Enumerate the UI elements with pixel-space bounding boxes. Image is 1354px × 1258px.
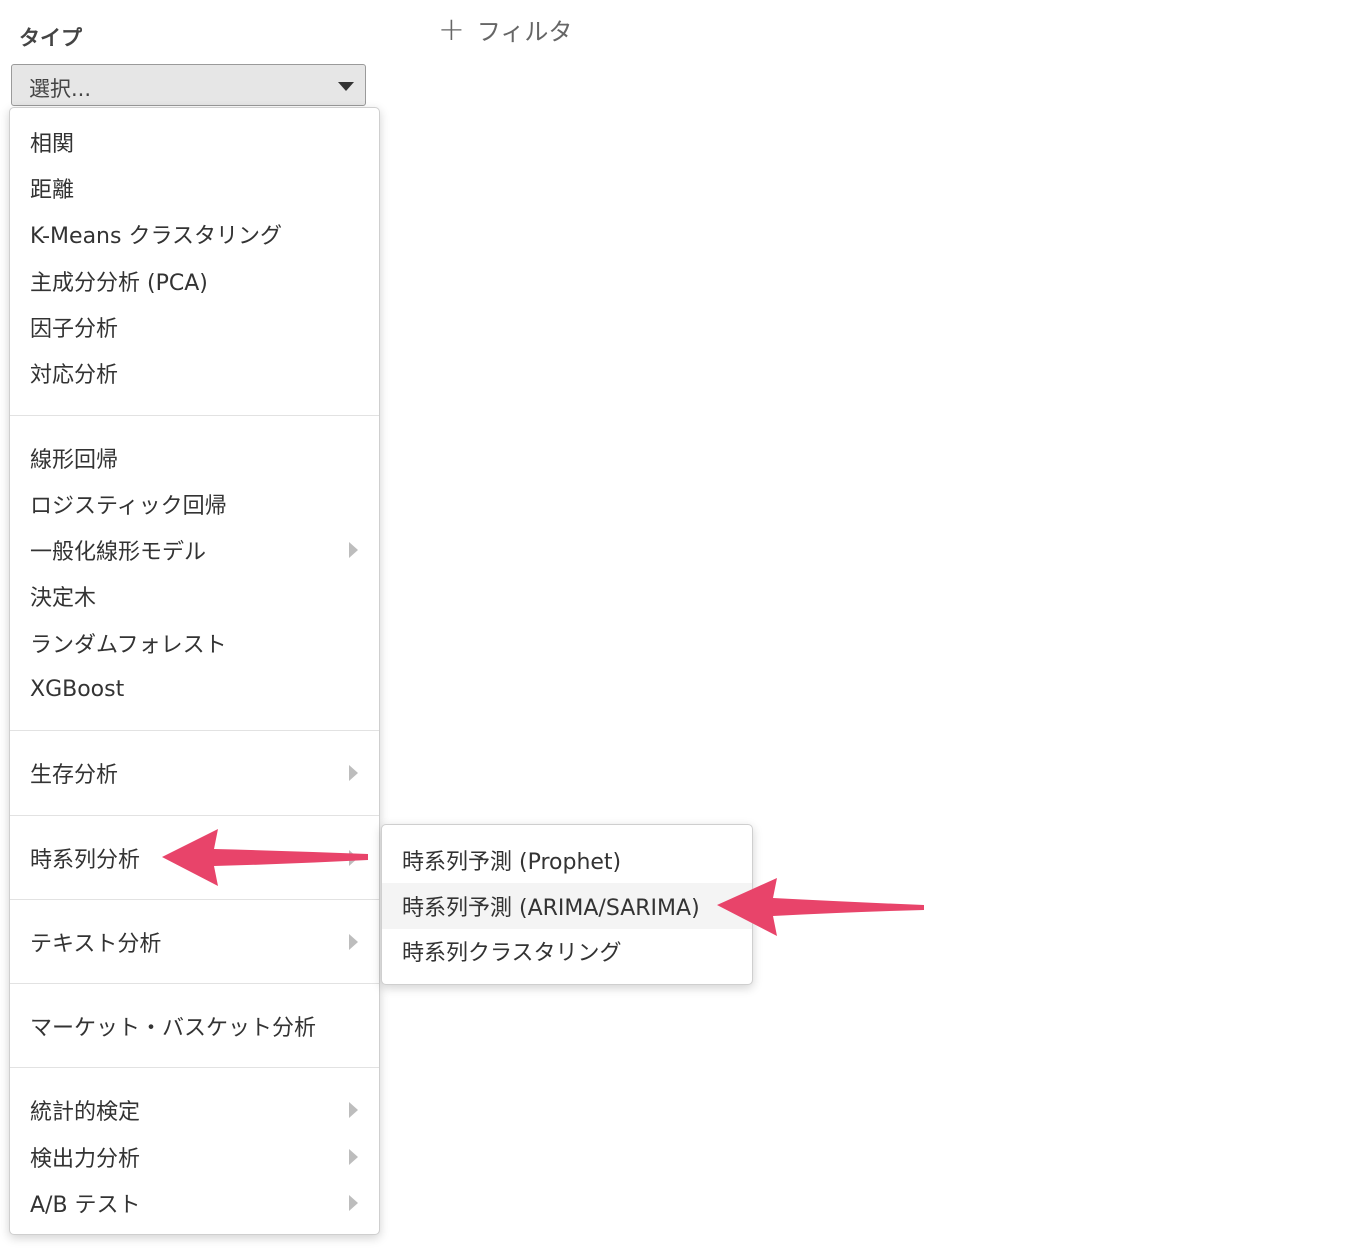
type-select-value: 選択... — [29, 77, 92, 101]
menu-divider — [10, 983, 379, 984]
menu-item-ab-test[interactable]: A/B テスト — [10, 1181, 379, 1225]
menu-item-label: 因子分析 — [30, 317, 119, 342]
menu-divider — [10, 899, 379, 900]
caret-down-icon — [338, 82, 354, 91]
menu-item-label: 時系列分析 — [30, 848, 141, 873]
menu-item-label: 決定木 — [30, 586, 97, 611]
menu-item-label: 距離 — [30, 178, 75, 203]
menu-item-label: ランダムフォレスト — [30, 633, 227, 658]
chevron-right-icon — [349, 934, 358, 950]
menu-item-logistic-regression[interactable]: ロジスティック回帰 — [10, 482, 379, 526]
menu-item-factor-analysis[interactable]: 因子分析 — [10, 305, 379, 349]
menu-item-xgboost[interactable]: XGBoost — [10, 667, 379, 711]
menu-item-statistical-test[interactable]: 統計的検定 — [10, 1088, 379, 1132]
menu-item-label: 相関 — [30, 132, 75, 157]
type-select[interactable]: 選択... — [11, 64, 366, 106]
menu-item-power-analysis[interactable]: 検出力分析 — [10, 1135, 379, 1179]
menu-item-kmeans[interactable]: K-Means クラスタリング — [10, 212, 379, 256]
add-filter-button[interactable]: + フィルタ — [438, 12, 572, 46]
menu-item-label: 統計的検定 — [30, 1100, 141, 1125]
chevron-right-icon — [349, 765, 358, 781]
add-filter-label: フィルタ — [476, 17, 573, 46]
chevron-right-icon — [349, 1149, 358, 1165]
plus-icon: + — [438, 10, 465, 48]
time-series-submenu: 時系列予測 (Prophet) 時系列予測 (ARIMA/SARIMA) 時系列… — [381, 824, 753, 985]
menu-item-survival-analysis[interactable]: 生存分析 — [10, 751, 379, 795]
menu-item-label: XGBoost — [30, 676, 125, 702]
menu-item-random-forest[interactable]: ランダムフォレスト — [10, 621, 379, 665]
submenu-item-arima[interactable]: 時系列予測 (ARIMA/SARIMA) — [382, 883, 752, 929]
menu-item-text-analysis[interactable]: テキスト分析 — [10, 920, 379, 964]
menu-item-label: 線形回帰 — [30, 448, 119, 473]
menu-item-label: A/B テスト — [30, 1193, 141, 1218]
menu-item-correspondence-analysis[interactable]: 対応分析 — [10, 351, 379, 395]
menu-item-label: マーケット・バスケット分析 — [30, 1016, 317, 1041]
menu-item-label: 主成分分析 (PCA) — [30, 271, 208, 296]
menu-divider — [10, 415, 379, 416]
submenu-item-ts-clustering[interactable]: 時系列クラスタリング — [382, 928, 752, 974]
menu-item-label: 検出力分析 — [30, 1147, 141, 1172]
submenu-item-label: 時系列予測 (Prophet) — [402, 850, 622, 875]
menu-item-label: テキスト分析 — [30, 932, 162, 957]
menu-item-time-series[interactable]: 時系列分析 — [10, 836, 379, 880]
menu-divider — [10, 1067, 379, 1068]
type-label: タイプ — [19, 26, 82, 50]
menu-item-label: 生存分析 — [30, 763, 119, 788]
menu-divider — [10, 730, 379, 731]
menu-item-market-basket[interactable]: マーケット・バスケット分析 — [10, 1004, 379, 1048]
menu-item-distance[interactable]: 距離 — [10, 166, 379, 210]
menu-item-label: ロジスティック回帰 — [30, 494, 227, 519]
menu-item-decision-tree[interactable]: 決定木 — [10, 574, 379, 618]
chevron-right-icon — [349, 850, 358, 866]
chevron-right-icon — [349, 542, 358, 558]
menu-item-glm[interactable]: 一般化線形モデル — [10, 528, 379, 572]
chevron-right-icon — [349, 1102, 358, 1118]
menu-item-pca[interactable]: 主成分分析 (PCA) — [10, 259, 379, 303]
chevron-right-icon — [349, 1195, 358, 1211]
menu-item-linear-regression[interactable]: 線形回帰 — [10, 436, 379, 480]
submenu-item-label: 時系列予測 (ARIMA/SARIMA) — [402, 896, 700, 921]
menu-item-label: 一般化線形モデル — [30, 540, 207, 565]
submenu-item-prophet[interactable]: 時系列予測 (Prophet) — [382, 837, 752, 883]
menu-item-label: K-Means クラスタリング — [30, 224, 283, 249]
menu-item-correlation[interactable]: 相関 — [10, 120, 379, 164]
menu-divider — [10, 815, 379, 816]
submenu-item-label: 時系列クラスタリング — [402, 941, 622, 966]
menu-item-label: 対応分析 — [30, 363, 119, 388]
analysis-type-menu: 相関 距離 K-Means クラスタリング 主成分分析 (PCA) 因子分析 対… — [9, 107, 380, 1235]
